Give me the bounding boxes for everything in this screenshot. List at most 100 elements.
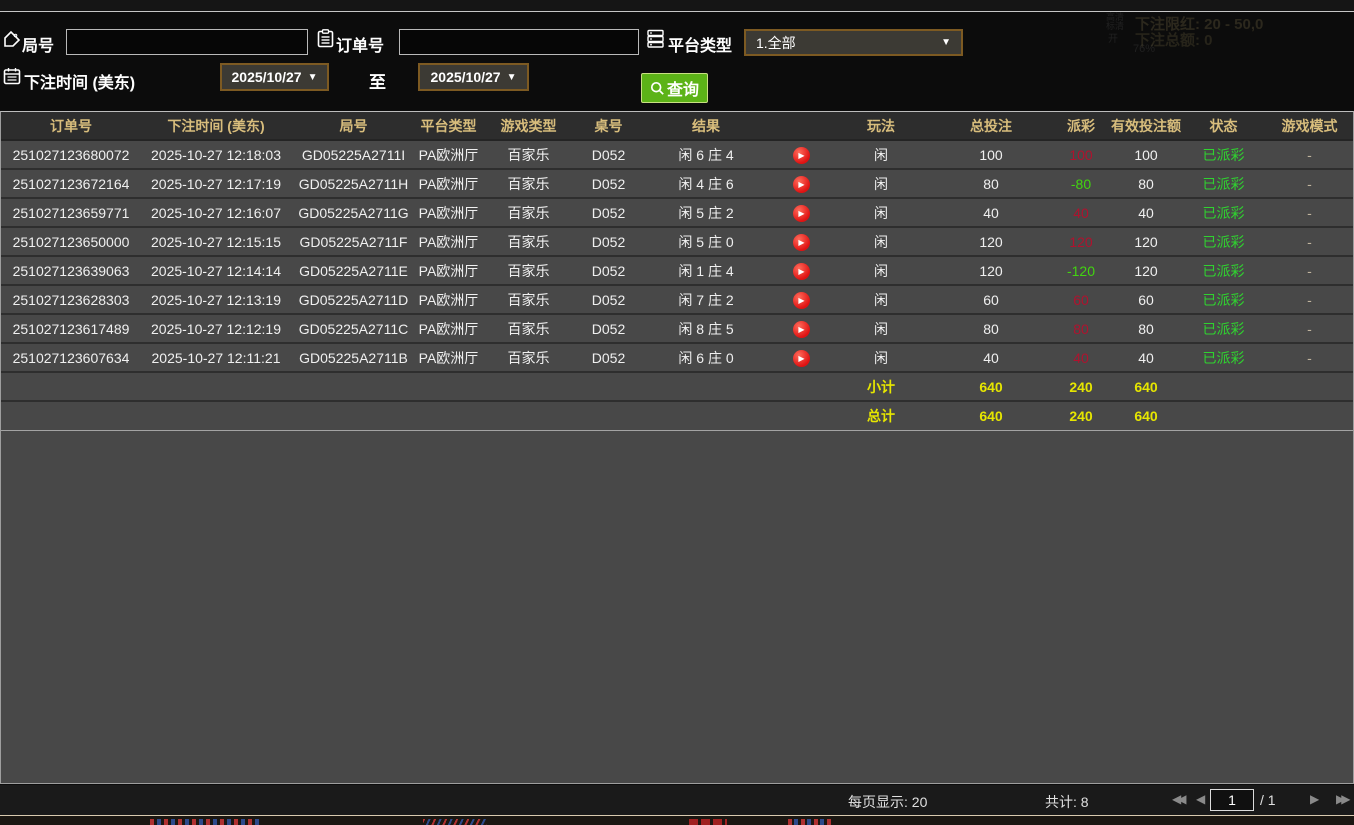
page-number-input[interactable] (1210, 789, 1254, 811)
cell-game-type: 百家乐 (481, 227, 576, 256)
roadmap-dots-fragment (150, 819, 260, 825)
search-form: 局号 订单号 平台类型 1.全部 ▼ 下注时间 (美东) 2025/10/27 … (0, 12, 1354, 111)
cell-play: 闲 (831, 227, 931, 256)
cell-platform: PA欧洲厅 (416, 314, 481, 343)
cell-game-type: 百家乐 (481, 198, 576, 227)
play-video-icon[interactable]: ▶ (793, 176, 810, 193)
cell-total-bet: 40 (931, 198, 1051, 227)
cell-payout: 80 (1051, 314, 1111, 343)
cell-platform: PA欧洲厅 (416, 256, 481, 285)
cell-platform: PA欧洲厅 (416, 198, 481, 227)
cell-total-bet: 80 (931, 169, 1051, 198)
cell-bet-time: 2025-10-27 12:11:21 (141, 343, 291, 372)
total-count-text: 共计: 8 (1045, 792, 1089, 812)
subtotal-spacer (1, 372, 831, 401)
next-page-icon[interactable]: ▶ (1310, 792, 1319, 806)
round-input[interactable] (66, 29, 308, 55)
table-row: 2510271236076342025-10-27 12:11:21GD0522… (1, 343, 1353, 372)
search-button[interactable]: 查询 (641, 73, 708, 103)
play-video-icon[interactable]: ▶ (793, 263, 810, 280)
cell-bet-time: 2025-10-27 12:15:15 (141, 227, 291, 256)
order-input[interactable] (399, 29, 639, 55)
red-text-fragment (689, 819, 727, 825)
cell-table-no: D052 (576, 285, 641, 314)
server-icon (646, 29, 665, 48)
play-video-icon[interactable]: ▶ (793, 205, 810, 222)
first-page-icon[interactable]: ◀◀ (1172, 792, 1182, 806)
cell-game-mode: - (1266, 198, 1353, 227)
prev-page-icon[interactable]: ◀ (1196, 792, 1205, 806)
play-video-icon[interactable]: ▶ (793, 321, 810, 338)
cell-play: 闲 (831, 140, 931, 169)
cell-valid-bet: 40 (1111, 343, 1181, 372)
cell-order-no: 251027123628303 (1, 285, 141, 314)
cell-round-no: GD05225A2711C (291, 314, 416, 343)
cell-game-type: 百家乐 (481, 256, 576, 285)
cell-play: 闲 (831, 198, 931, 227)
cell-game-mode: - (1266, 256, 1353, 285)
tag-icon (3, 30, 21, 48)
play-video-icon[interactable]: ▶ (793, 234, 810, 251)
cell-round-no: GD05225A2711F (291, 227, 416, 256)
cell-replay: ▶ (771, 140, 831, 169)
col-order-no: 订单号 (1, 112, 141, 140)
cell-platform: PA欧洲厅 (416, 285, 481, 314)
cell-game-mode: - (1266, 140, 1353, 169)
cell-total-bet: 120 (931, 256, 1051, 285)
cell-payout: 40 (1051, 198, 1111, 227)
cell-play: 闲 (831, 285, 931, 314)
cell-replay: ▶ (771, 256, 831, 285)
cell-bet-time: 2025-10-27 12:12:19 (141, 314, 291, 343)
cell-replay: ▶ (771, 227, 831, 256)
cell-payout: 40 (1051, 343, 1111, 372)
cell-replay: ▶ (771, 169, 831, 198)
roadmap-dots-fragment (788, 819, 832, 825)
cell-replay: ▶ (771, 343, 831, 372)
play-video-icon[interactable]: ▶ (793, 292, 810, 309)
play-video-icon[interactable]: ▶ (793, 147, 810, 164)
table-row: 2510271236174892025-10-27 12:12:19GD0522… (1, 314, 1353, 343)
cell-valid-bet: 60 (1111, 285, 1181, 314)
cell-bet-time: 2025-10-27 12:14:14 (141, 256, 291, 285)
col-status: 状态 (1181, 112, 1266, 140)
platform-type-value: 1.全部 (756, 33, 796, 53)
cell-payout: -120 (1051, 256, 1111, 285)
cell-replay: ▶ (771, 198, 831, 227)
cell-platform: PA欧洲厅 (416, 227, 481, 256)
status-badge: 已派彩 (1181, 256, 1266, 285)
status-badge: 已派彩 (1181, 227, 1266, 256)
date-from-picker[interactable]: 2025/10/27 ▼ (220, 63, 329, 91)
cell-game-mode: - (1266, 285, 1353, 314)
cell-result: 闲 6 庄 4 (641, 140, 771, 169)
roadmap-slash-fragment (423, 819, 487, 825)
calendar-icon (3, 67, 21, 85)
cell-table-no: D052 (576, 343, 641, 372)
cell-round-no: GD05225A2711B (291, 343, 416, 372)
grand-total-valid-bet: 640 (1111, 401, 1181, 430)
cell-replay: ▶ (771, 314, 831, 343)
table-header-row: 订单号 下注时间 (美东) 局号 平台类型 游戏类型 桌号 结果 玩法 总投注 … (1, 112, 1353, 140)
col-bet-time: 下注时间 (美东) (141, 112, 291, 140)
cell-game-type: 百家乐 (481, 169, 576, 198)
clipboard-icon (317, 29, 334, 48)
last-page-icon[interactable]: ▶▶ (1336, 792, 1346, 806)
table-row: 2510271236800722025-10-27 12:18:03GD0522… (1, 140, 1353, 169)
table-row: 2510271236721642025-10-27 12:17:19GD0522… (1, 169, 1353, 198)
table-row: 2510271236597712025-10-27 12:16:07GD0522… (1, 198, 1353, 227)
col-valid-bet: 有效投注额 (1111, 112, 1181, 140)
platform-type-select[interactable]: 1.全部 ▼ (744, 29, 963, 56)
cell-bet-time: 2025-10-27 12:18:03 (141, 140, 291, 169)
cell-total-bet: 40 (931, 343, 1051, 372)
cell-replay: ▶ (771, 285, 831, 314)
cell-result: 闲 6 庄 0 (641, 343, 771, 372)
cell-platform: PA欧洲厅 (416, 343, 481, 372)
cell-total-bet: 60 (931, 285, 1051, 314)
grand-total-spacer (1, 401, 831, 430)
subtotal-total-bet: 640 (931, 372, 1051, 401)
cell-valid-bet: 120 (1111, 227, 1181, 256)
cell-table-no: D052 (576, 198, 641, 227)
cell-order-no: 251027123617489 (1, 314, 141, 343)
play-video-icon[interactable]: ▶ (793, 350, 810, 367)
chevron-down-icon: ▼ (941, 37, 951, 48)
date-to-picker[interactable]: 2025/10/27 ▼ (418, 63, 529, 91)
